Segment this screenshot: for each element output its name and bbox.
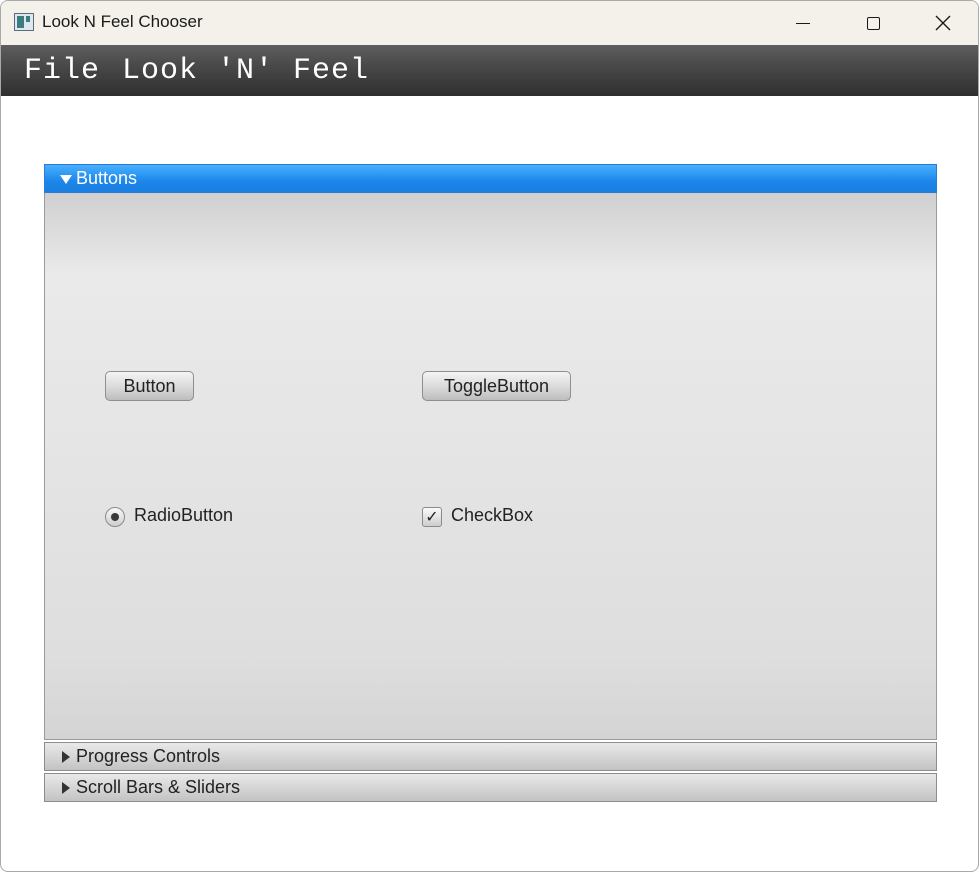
collapsed-arrow-icon <box>62 751 70 763</box>
buttons-pane-content: Button ToggleButton RadioButton ✓ CheckB… <box>44 193 937 740</box>
toggle-button[interactable]: ToggleButton <box>422 371 571 401</box>
close-icon <box>935 15 951 31</box>
menu-file[interactable]: File <box>24 53 100 89</box>
pane-title: Buttons <box>76 168 138 188</box>
minimize-icon <box>796 22 810 24</box>
collapsed-arrow-icon <box>62 782 70 794</box>
menu-bar: File Look 'N' Feel <box>1 45 978 96</box>
checkmark-icon: ✓ <box>425 507 439 526</box>
app-icon <box>14 13 34 31</box>
pane-header-progress-controls[interactable]: Progress Controls <box>44 742 937 771</box>
pane-header-scroll-bars-sliders[interactable]: Scroll Bars & Sliders <box>44 773 937 802</box>
radio-button[interactable] <box>105 507 125 527</box>
pane-title: Progress Controls <box>76 746 221 766</box>
window-title: Look N Feel Chooser <box>42 12 203 31</box>
close-button[interactable] <box>908 1 978 45</box>
maximize-icon <box>866 16 880 30</box>
pane-title: Scroll Bars & Sliders <box>76 777 241 797</box>
radio-button-label[interactable]: RadioButton <box>134 505 233 526</box>
checkbox-label[interactable]: CheckBox <box>451 505 533 526</box>
accordion: Buttons Button ToggleButton RadioButton … <box>44 164 937 802</box>
title-bar[interactable]: Look N Feel Chooser <box>1 1 978 45</box>
expanded-arrow-icon <box>60 175 72 184</box>
app-window: Look N Feel Chooser File Look 'N' Feel B… <box>0 0 979 872</box>
checkbox[interactable]: ✓ <box>422 507 442 527</box>
demo-button[interactable]: Button <box>105 371 194 401</box>
menu-look-n-feel[interactable]: Look 'N' Feel <box>122 53 369 89</box>
radio-selected-dot <box>111 513 119 521</box>
minimize-button[interactable] <box>768 1 838 45</box>
maximize-button[interactable] <box>838 1 908 45</box>
pane-header-buttons[interactable]: Buttons <box>44 164 937 193</box>
